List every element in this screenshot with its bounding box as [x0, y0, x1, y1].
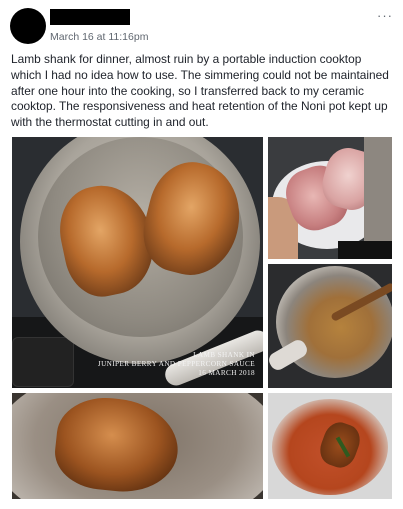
photo-grid: LAMB SHANK IN JUNIPER BERRY AND PEPPERCO…	[12, 137, 392, 499]
author-name-redacted[interactable]	[50, 9, 130, 25]
cooktop-controls	[12, 337, 74, 387]
caption-line-2: JUNIPER BERRY AND PEPPERCORN SAUCE	[97, 360, 255, 368]
photo-lamb-searing[interactable]	[12, 393, 263, 499]
avatar[interactable]	[10, 8, 46, 44]
caption-line-3: 16 MARCH 2018	[198, 369, 255, 377]
photo-lamb-in-pot[interactable]: LAMB SHANK IN JUNIPER BERRY AND PEPPERCO…	[12, 137, 263, 388]
post-timestamp[interactable]: March 16 at 11:16pm	[50, 31, 148, 43]
photo-raw-lamb[interactable]	[268, 137, 392, 259]
post-text: Lamb shank for dinner, almost ruin by a …	[11, 52, 389, 130]
photo-caption: LAMB SHANK IN JUNIPER BERRY AND PEPPERCO…	[98, 351, 255, 378]
photo-spices-frying[interactable]	[268, 264, 392, 388]
photo-lamb-in-sauce[interactable]	[268, 393, 392, 499]
facebook-post: March 16 at 11:16pm ··· Lamb shank for d…	[0, 0, 403, 509]
stove	[338, 241, 392, 259]
caption-line-1: LAMB SHANK IN	[193, 351, 255, 359]
more-options-icon[interactable]: ···	[377, 8, 393, 23]
